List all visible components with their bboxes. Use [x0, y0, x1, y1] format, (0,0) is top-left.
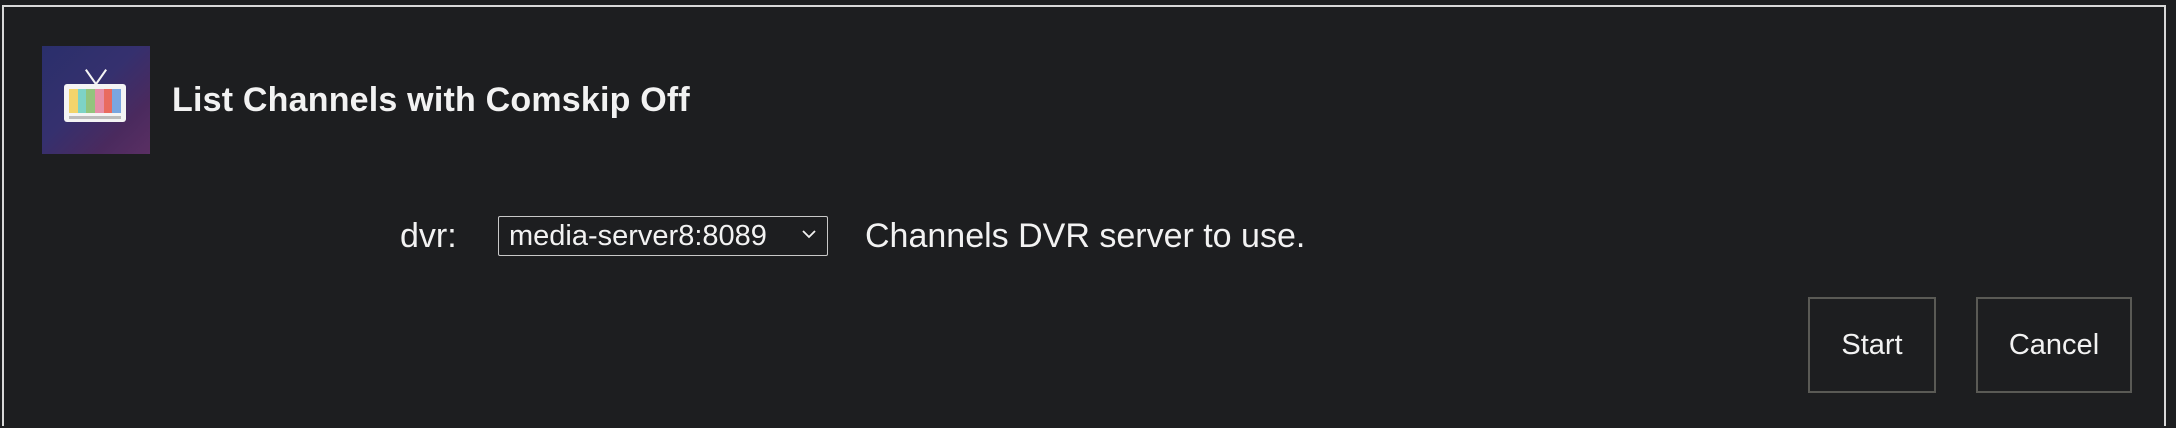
cancel-button[interactable]: Cancel: [1976, 297, 2132, 393]
dialog: List Channels with Comskip Off dvr: medi…: [2, 5, 2166, 426]
tv-screen: [69, 89, 122, 113]
dvr-select[interactable]: media-server8:8089: [498, 216, 828, 256]
dialog-title: List Channels with Comskip Off: [172, 80, 690, 119]
dvr-field-row: dvr: media-server8:8089 Channels DVR ser…: [400, 215, 1305, 257]
antenna-right: [95, 69, 107, 85]
tv-body: [64, 84, 126, 122]
start-button[interactable]: Start: [1808, 297, 1936, 393]
dialog-header: List Channels with Comskip Off: [42, 45, 690, 155]
tv-base: [69, 116, 121, 119]
dvr-help-text: Channels DVR server to use.: [865, 216, 1306, 255]
tv-icon: [42, 46, 150, 154]
dvr-select-value: media-server8:8089: [509, 219, 767, 252]
dvr-label: dvr:: [400, 216, 457, 255]
chevron-down-icon: [802, 230, 816, 239]
